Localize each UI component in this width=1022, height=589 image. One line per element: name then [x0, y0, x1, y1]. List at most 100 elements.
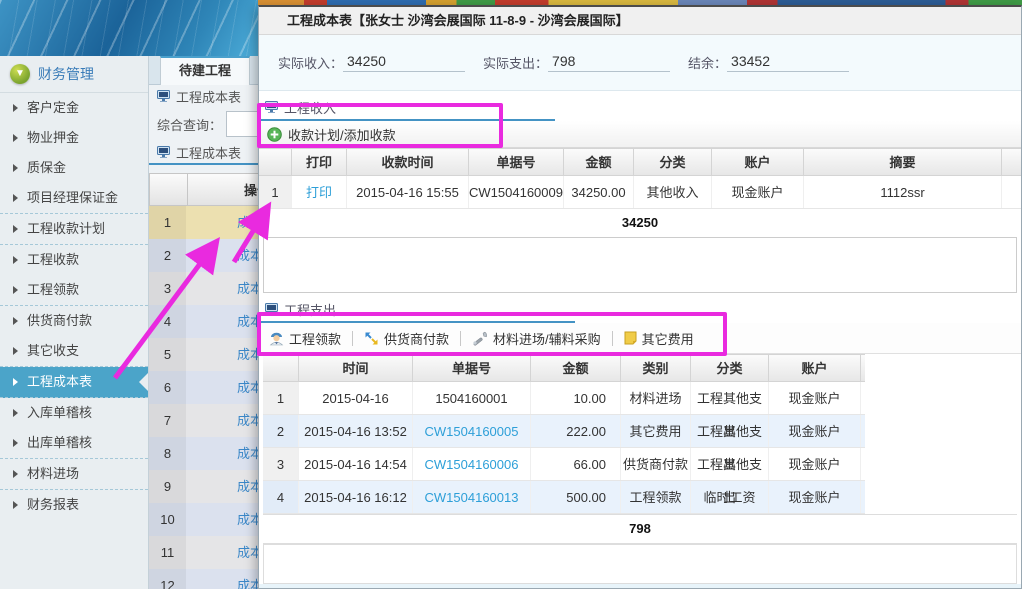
query-input[interactable] [226, 111, 258, 137]
cost-sheet-link[interactable]: 成本表 [237, 314, 258, 329]
supplier-payment-button[interactable]: 供货商付款 [364, 329, 449, 348]
add-receipt-button[interactable]: 收款计划/添加收款 [288, 125, 396, 144]
income-table-header: 打印 收款时间 单据号 金额 分类 账户 摘要 [259, 148, 1021, 176]
cost-sheet-link[interactable]: 成本表 [237, 446, 258, 461]
background-grid-title: 工程成本表 [176, 145, 242, 161]
plus-circle-icon [267, 126, 282, 142]
triangle-icon [13, 409, 18, 417]
table-row: 1 打印 2015-04-16 15:55 CW1504160009 34250… [259, 176, 1021, 209]
income-total: 34250 [621, 215, 659, 230]
dialog-footer-strip [259, 584, 1021, 588]
cost-sheet-link[interactable]: 成本表 [237, 578, 258, 589]
note-icon [624, 331, 637, 345]
table-row: 7成本表 [149, 404, 258, 437]
cost-sheet-link[interactable]: 成本表 [237, 512, 258, 527]
sidebar-item-outbound-audit[interactable]: 出库单稽核 [0, 428, 148, 459]
expense-total: 798 [263, 514, 1017, 544]
cost-sheet-dialog: 工程成本表【张女士 沙湾会展国际 11-8-9 - 沙湾会展国际】 实际收入： … [258, 5, 1022, 589]
sidebar-item-customer-deposit[interactable]: 客户定金 [0, 93, 148, 123]
table-row: 9成本表 [149, 470, 258, 503]
chevron-down-icon: ▼ [10, 64, 30, 84]
cost-sheet-link[interactable]: 成本表 [237, 347, 258, 362]
triangle-icon [13, 286, 18, 294]
sidebar-item-other-income-expense[interactable]: 其它收支 [0, 336, 148, 367]
triangle-icon [13, 134, 18, 142]
actual-expense-value: 798 [548, 53, 671, 72]
sidebar-item-supplier-payment[interactable]: 供货商付款 [0, 306, 148, 336]
income-toolbar: 收款计划/添加收款 [259, 121, 1021, 148]
table-row: 2成本表 [149, 239, 258, 272]
expense-table: 时间 单据号 金额 类别 分类 账户 1 2015-04-16 15041600… [263, 354, 865, 514]
background-panel-title: 工程成本表 [176, 89, 242, 105]
table-row: 3成本表 [149, 272, 258, 305]
wrench-icon [472, 331, 488, 346]
table-row: 1成本表 [149, 206, 258, 239]
other-fee-button[interactable]: 其它费用 [624, 329, 694, 348]
sidebar-item-finance-report[interactable]: 财务报表 [0, 490, 148, 520]
sidebar-item-receipts[interactable]: 工程收款 [0, 245, 148, 275]
background-panel: 待建工程 工程成本表 综合查询： 工程成本表 操作 1成本表 2成本表 3成本表… [149, 56, 258, 589]
tab-pending-projects[interactable]: 待建工程 [160, 56, 250, 85]
background-tab-bar: 待建工程 [149, 56, 258, 85]
actual-income-label: 实际收入： [278, 56, 344, 71]
table-row: 8成本表 [149, 437, 258, 470]
table-row: 11成本表 [149, 536, 258, 569]
monitor-icon [157, 146, 170, 158]
material-purchase-button[interactable]: 材料进场/辅料采购 [472, 329, 601, 348]
sidebar-group-finance[interactable]: ▼ 财务管理 [0, 56, 148, 93]
cost-sheet-link[interactable]: 成本表 [237, 413, 258, 428]
cost-sheet-link[interactable]: 成本表 [237, 281, 258, 296]
monitor-icon [265, 101, 278, 113]
background-grid: 操作 1成本表 2成本表 3成本表 4成本表 5成本表 6成本表 7成本表 8成… [149, 173, 258, 589]
document-link[interactable]: CW1504160006 [425, 457, 519, 472]
transfer-arrows-icon [364, 331, 379, 346]
sidebar-item-warranty[interactable]: 质保金 [0, 153, 148, 183]
cost-sheet-link[interactable]: 成本表 [237, 248, 258, 263]
sidebar-item-withdrawals[interactable]: 工程领款 [0, 275, 148, 306]
cost-sheet-link[interactable]: 成本表 [237, 380, 258, 395]
actual-expense-label: 实际支出： [483, 56, 549, 71]
dialog-title: 工程成本表【张女士 沙湾会展国际 11-8-9 - 沙湾会展国际】 [259, 7, 1021, 35]
triangle-icon [13, 256, 18, 264]
triangle-icon [13, 378, 18, 386]
sidebar: ▼ 财务管理 客户定金 物业押金 质保金 项目经理保证金 工程收款计划 工程收款… [0, 56, 149, 589]
app-banner [0, 0, 262, 56]
expense-table-header: 时间 单据号 金额 类别 分类 账户 [263, 354, 865, 382]
divider [611, 330, 613, 346]
table-row: 3 2015-04-16 14:54 CW1504160006 66.00 供货… [263, 448, 865, 505]
document-link[interactable]: CW1504160005 [425, 424, 519, 439]
income-section-header: 工程收入 [265, 97, 1021, 117]
triangle-icon [13, 347, 18, 355]
triangle-icon [13, 104, 18, 112]
sidebar-item-cost-sheet[interactable]: 工程成本表 [0, 367, 148, 398]
cost-sheet-link[interactable]: 成本表 [237, 215, 258, 230]
sidebar-item-inbound-audit[interactable]: 入库单稽核 [0, 398, 148, 428]
triangle-icon [13, 317, 18, 325]
sidebar-item-receipt-plan[interactable]: 工程收款计划 [0, 214, 148, 245]
balance-label: 结余： [688, 56, 728, 71]
expense-section-header: 工程支出 [265, 299, 1021, 319]
sidebar-item-pm-guarantee[interactable]: 项目经理保证金 [0, 183, 148, 214]
cost-sheet-link[interactable]: 成本表 [237, 545, 258, 560]
actual-income-value: 34250 [343, 53, 466, 72]
worker-icon [269, 331, 284, 346]
triangle-icon [13, 501, 18, 509]
triangle-icon [13, 194, 18, 202]
table-row: 12成本表 [149, 569, 258, 589]
income-section-title: 工程收入 [284, 100, 337, 116]
table-row: 4 2015-04-16 16:12 CW1504160013 500.00 工… [263, 481, 865, 514]
table-row: 2 2015-04-16 13:52 CW1504160005 222.00 其… [263, 415, 865, 472]
income-empty-area [263, 237, 1017, 293]
project-withdrawal-button[interactable]: 工程领款 [269, 329, 341, 348]
sidebar-item-material-entry[interactable]: 材料进场 [0, 459, 148, 490]
query-label: 综合查询： [157, 117, 223, 133]
cost-sheet-link[interactable]: 成本表 [237, 479, 258, 494]
document-link[interactable]: CW1504160013 [425, 490, 519, 505]
sidebar-item-property-deposit[interactable]: 物业押金 [0, 123, 148, 153]
monitor-icon [265, 303, 278, 315]
table-row: 5成本表 [149, 338, 258, 371]
triangle-icon [13, 470, 18, 478]
balance-value: 33452 [727, 53, 850, 72]
table-row: 4成本表 [149, 305, 258, 338]
print-link[interactable]: 打印 [306, 185, 332, 200]
